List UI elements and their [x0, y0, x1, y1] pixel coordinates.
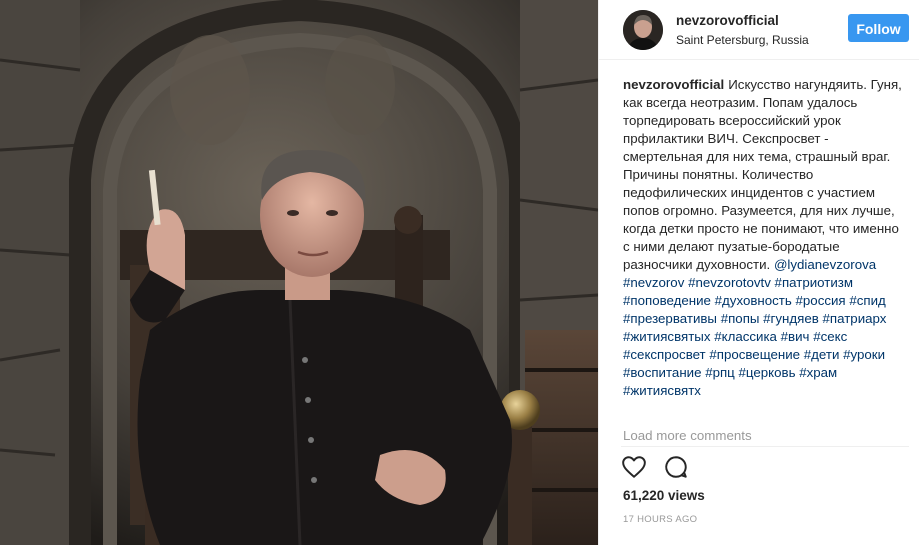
heart-icon[interactable]: [621, 454, 649, 482]
post-video[interactable]: [0, 0, 598, 545]
comment-icon[interactable]: [663, 454, 691, 482]
hashtag-link[interactable]: #воспитание: [623, 365, 701, 380]
hashtag-link[interactable]: #патриарх: [823, 311, 887, 326]
avatar-image: [623, 9, 663, 50]
post-timestamp[interactable]: 17 HOURS AGO: [623, 514, 697, 525]
hashtag-link[interactable]: #россия: [796, 293, 846, 308]
action-bar: [621, 454, 691, 482]
hashtag-link[interactable]: #попы: [721, 311, 760, 326]
follow-button[interactable]: Follow: [848, 14, 909, 42]
hashtag-link[interactable]: #рпц: [705, 365, 735, 380]
hashtag-link[interactable]: #церковь: [739, 365, 796, 380]
divider: [621, 446, 909, 447]
load-more-comments-button[interactable]: Load more comments: [623, 428, 752, 443]
hashtag-link[interactable]: #духовность: [715, 293, 792, 308]
hashtag-link[interactable]: #классика: [714, 329, 777, 344]
video-frame: [0, 0, 598, 545]
hashtag-link[interactable]: #дети: [804, 347, 840, 362]
hashtag-link[interactable]: #храм: [799, 365, 837, 380]
hashtag-link[interactable]: #секспросвет: [623, 347, 706, 362]
view-count[interactable]: 61,220 views: [623, 488, 705, 503]
hashtag-list: @lydianevzorova #nevzorov #nevzorotovtv …: [623, 257, 886, 398]
instagram-post: nevzorovofficial Saint Petersburg, Russi…: [0, 0, 919, 545]
username-link[interactable]: nevzorovofficial: [676, 12, 809, 29]
hashtag-link[interactable]: #уроки: [843, 347, 885, 362]
hashtag-link[interactable]: #nevzorov: [623, 275, 684, 290]
location-link[interactable]: Saint Petersburg, Russia: [676, 33, 809, 47]
hashtag-link[interactable]: @lydianevzorova: [774, 257, 876, 272]
hashtag-link[interactable]: #секс: [813, 329, 847, 344]
caption: nevzorovofficial Искусство нагундяить. Гу…: [623, 76, 903, 400]
hashtag-link[interactable]: #спид: [849, 293, 885, 308]
post-sidebar: nevzorovofficial Saint Petersburg, Russi…: [598, 0, 919, 545]
hashtag-link[interactable]: #житиясвятых: [623, 329, 711, 344]
hashtag-link[interactable]: #житиясвятх: [623, 383, 701, 398]
header-text: nevzorovofficial Saint Petersburg, Russi…: [676, 12, 809, 47]
caption-author-link[interactable]: nevzorovofficial: [623, 77, 724, 92]
hashtag-link[interactable]: #поповедение: [623, 293, 711, 308]
hashtag-link[interactable]: #просвещение: [709, 347, 800, 362]
hashtag-link[interactable]: #гундяев: [763, 311, 819, 326]
hashtag-link[interactable]: #патриотизм: [775, 275, 853, 290]
hashtag-link[interactable]: #вич: [781, 329, 810, 344]
post-header: nevzorovofficial Saint Petersburg, Russi…: [599, 0, 919, 60]
caption-text: Искусство нагундяить. Гуня, как всегда н…: [623, 77, 902, 272]
hashtag-link[interactable]: #презервативы: [623, 311, 717, 326]
avatar[interactable]: [623, 9, 663, 50]
hashtag-link[interactable]: #nevzorotovtv: [688, 275, 771, 290]
